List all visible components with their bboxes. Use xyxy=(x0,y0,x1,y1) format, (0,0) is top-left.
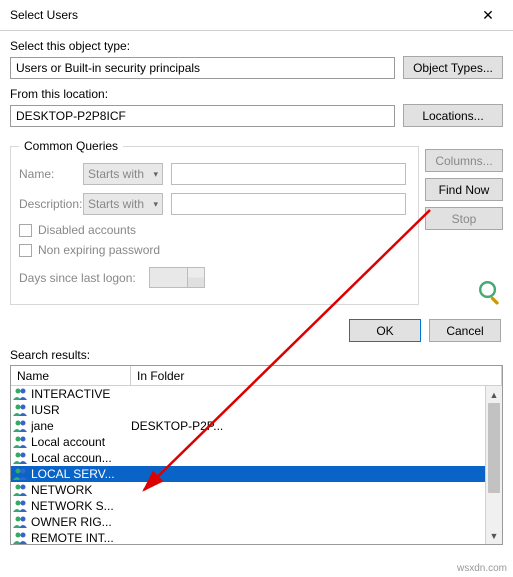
list-item[interactable]: Local account xyxy=(11,434,502,450)
disabled-accounts-checkbox[interactable]: Disabled accounts xyxy=(19,223,410,237)
chevron-down-icon: ▾ xyxy=(153,169,158,180)
scrollbar[interactable]: ▲ ▼ xyxy=(485,386,502,544)
row-name: Local accoun... xyxy=(31,451,131,465)
list-item[interactable]: NETWORK S... xyxy=(11,498,502,514)
user-group-icon xyxy=(13,531,29,545)
search-icon xyxy=(477,279,503,305)
list-item[interactable]: janeDESKTOP-P2P... xyxy=(11,418,502,434)
locations-button[interactable]: Locations... xyxy=(403,104,503,127)
chevron-down-icon: ▾ xyxy=(153,199,158,210)
user-group-icon xyxy=(13,483,29,497)
row-folder: DESKTOP-P2P... xyxy=(131,419,502,433)
checkbox-icon xyxy=(19,244,32,257)
list-item[interactable]: IUSR xyxy=(11,402,502,418)
list-item[interactable]: INTERACTIVE xyxy=(11,386,502,402)
row-name: NETWORK xyxy=(31,483,131,497)
row-name: jane xyxy=(31,419,131,433)
object-type-label: Select this object type: xyxy=(10,39,503,53)
row-name: NETWORK S... xyxy=(31,499,131,513)
watermark: wsxdn.com xyxy=(457,563,507,574)
column-infolder[interactable]: In Folder xyxy=(131,366,502,385)
close-icon[interactable]: ✕ xyxy=(471,4,505,26)
list-item[interactable]: Local accoun... xyxy=(11,450,502,466)
from-location-label: From this location: xyxy=(10,87,503,101)
row-name: Local account xyxy=(31,435,131,449)
common-queries-group: Common Queries Name: Starts with▾ Descri… xyxy=(10,139,419,305)
list-item[interactable]: LOCAL SERV... xyxy=(11,466,502,482)
stop-button[interactable]: Stop xyxy=(425,207,503,230)
window-title: Select Users xyxy=(10,8,471,22)
user-group-icon xyxy=(13,387,29,401)
list-item[interactable]: NETWORK xyxy=(11,482,502,498)
row-name: LOCAL SERV... xyxy=(31,467,131,481)
find-now-button[interactable]: Find Now xyxy=(425,178,503,201)
object-types-button[interactable]: Object Types... xyxy=(403,56,503,79)
object-type-field[interactable] xyxy=(10,57,395,79)
name-input[interactable] xyxy=(171,163,406,185)
scroll-thumb[interactable] xyxy=(488,403,500,493)
location-field[interactable] xyxy=(10,105,395,127)
user-group-icon xyxy=(13,435,29,449)
search-results-label: Search results: xyxy=(10,348,503,362)
search-results-list[interactable]: Name In Folder INTERACTIVEIUSRjaneDESKTO… xyxy=(10,365,503,545)
days-since-label: Days since last logon: xyxy=(19,271,149,285)
ok-button[interactable]: OK xyxy=(349,319,421,342)
window-titlebar: Select Users ✕ xyxy=(0,0,513,31)
dialog-content: Select this object type: Object Types...… xyxy=(0,31,513,549)
scroll-down-icon[interactable]: ▼ xyxy=(486,527,502,544)
description-label: Description: xyxy=(19,197,83,211)
side-buttons: Columns... Find Now Stop xyxy=(419,135,503,305)
row-name: REMOTE INT... xyxy=(31,531,131,545)
list-item[interactable]: REMOTE INT... xyxy=(11,530,502,545)
user-group-icon xyxy=(13,499,29,513)
common-queries-legend: Common Queries xyxy=(19,139,123,153)
user-group-icon xyxy=(13,515,29,529)
columns-button[interactable]: Columns... xyxy=(425,149,503,172)
user-group-icon xyxy=(13,467,29,481)
name-match-combo[interactable]: Starts with▾ xyxy=(83,163,163,185)
column-name[interactable]: Name xyxy=(11,366,131,385)
list-item[interactable]: OWNER RIG... xyxy=(11,514,502,530)
user-group-icon xyxy=(13,419,29,433)
name-label: Name: xyxy=(19,167,83,181)
row-name: OWNER RIG... xyxy=(31,515,131,529)
column-headers[interactable]: Name In Folder xyxy=(11,366,502,386)
user-group-icon xyxy=(13,403,29,417)
non-expiring-checkbox[interactable]: Non expiring password xyxy=(19,243,410,257)
user-group-icon xyxy=(13,451,29,465)
description-match-combo[interactable]: Starts with▾ xyxy=(83,193,163,215)
checkbox-icon xyxy=(19,224,32,237)
cancel-button[interactable]: Cancel xyxy=(429,319,501,342)
days-since-stepper[interactable] xyxy=(149,267,205,288)
scroll-up-icon[interactable]: ▲ xyxy=(486,386,502,403)
row-name: INTERACTIVE xyxy=(31,387,131,401)
description-input[interactable] xyxy=(171,193,406,215)
row-name: IUSR xyxy=(31,403,131,417)
